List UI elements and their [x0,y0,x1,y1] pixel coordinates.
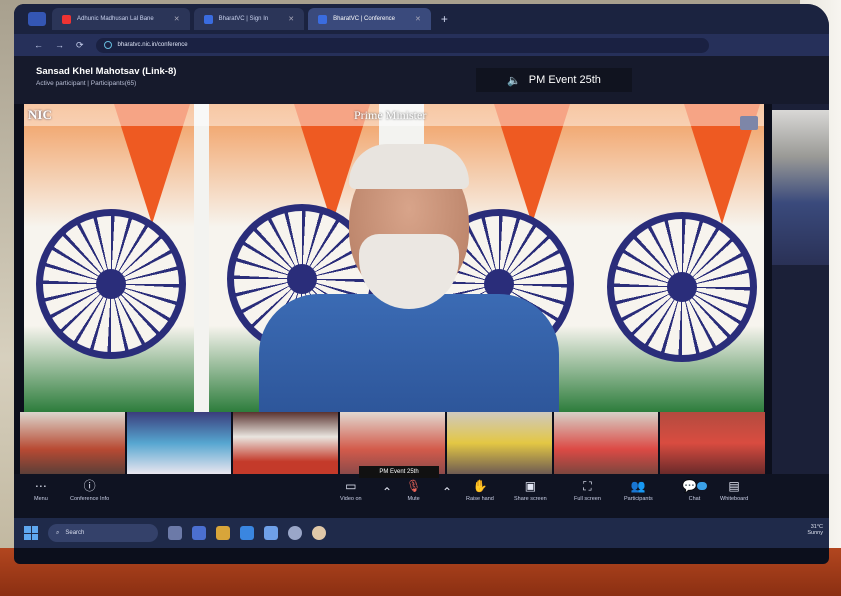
new-tab-button[interactable]: + [435,12,454,26]
task-view-icon[interactable] [168,526,182,540]
participants-label: Participants [624,496,653,502]
pin-video-button[interactable] [740,116,758,130]
windows-start-icon[interactable] [24,526,38,540]
video-button[interactable]: ▭ Video on [340,480,362,502]
weather-description: Sunny [807,530,823,536]
browser-tab-2[interactable]: BharatVC | Sign In ✕ [193,8,305,30]
browser-tab-3[interactable]: BharatVC | Conference ✕ [308,8,431,30]
chevron-up-icon: ⌃ [382,485,393,499]
participant-thumbnail[interactable] [233,412,339,474]
windows-taskbar: ⌕ Search 31°C Sunny [14,518,829,548]
chat-icon: 💬 [682,480,707,492]
browser-addressbar: ← → ⟳ bharatvc.nic.in/conference [14,34,829,56]
forward-icon[interactable]: → [55,40,64,50]
audio-options-button[interactable]: ⌃ [442,486,452,498]
menu-label: Menu [34,496,48,502]
conference-info-label: Conference Info [70,496,110,502]
nic-logo: NIC [28,107,52,122]
settings-icon[interactable] [288,526,302,540]
back-icon[interactable]: ← [34,40,43,50]
youtube-favicon-icon [62,14,71,24]
folder-icon[interactable] [216,526,230,540]
chat-unread-badge [696,482,707,490]
participants-icon: 👥 [630,479,646,493]
browser-tab-1[interactable]: Adhunic Madhusan Lal Bane ✕ [52,8,190,30]
participants-button[interactable]: 👥 Participants [624,480,653,502]
store-icon[interactable] [264,526,278,540]
meeting-title: Sansad Khel Mahotsav (Link-8) [36,66,177,77]
microphone-icon: 🎙 [406,479,422,493]
info-icon: ⓘ [83,479,96,493]
participant-thumbnail[interactable] [660,412,766,474]
raise-hand-button[interactable]: ✋ Raise hand [466,480,494,502]
active-thumbnail-label: PM Event 25th [359,466,439,478]
speaker-jacket [259,294,559,412]
close-tab-icon[interactable]: ✕ [415,15,421,23]
meeting-subtitle: Active participant | Participants(65) [36,80,137,87]
fullscreen-button[interactable]: ⛶ Full screen [574,480,601,502]
bharatvc-favicon-icon [318,14,328,24]
taskbar-search-input[interactable]: ⌕ Search [48,524,158,542]
raise-hand-label: Raise hand [466,496,494,502]
fullscreen-icon: ⛶ [583,479,592,493]
chakra-right [607,212,757,362]
share-screen-label: Share screen [514,496,547,502]
meeting-control-bar: ⋯ Menu ⓘ Conference Info ▭ Video on ⌃ 🎙 … [14,474,829,518]
bharatvc-favicon-icon [203,14,213,24]
mute-label: Mute [407,496,420,502]
browser-tab-label: BharatVC | Sign In [218,16,269,22]
chat-label: Chat [688,496,701,502]
url-text: bharatvc.nic.in/conference [117,42,188,48]
chat-button[interactable]: 💬 Chat [682,480,707,502]
search-icon: ⌕ [56,529,60,536]
chakra-left [36,209,186,359]
weather-widget[interactable]: 31°C Sunny [807,524,823,536]
video-caption: Prime Minister [354,108,427,122]
meeting-header: Sansad Khel Mahotsav (Link-8) Active par… [14,56,829,104]
participant-thumbnail[interactable] [553,412,659,474]
site-info-icon[interactable] [103,41,112,49]
main-video[interactable]: NIC Prime Minister [24,104,764,412]
close-tab-icon[interactable]: ✕ [174,15,180,23]
window-menu-icon[interactable] [28,12,46,26]
whiteboard-label: Whiteboard [720,496,749,502]
browser-tab-label: Adhunic Madhusan Lal Bane [77,16,154,22]
taskbar-search-placeholder: Search [65,530,85,536]
monitor-screen: Adhunic Madhusan Lal Bane ✕ BharatVC | S… [14,4,829,564]
raise-hand-icon: ✋ [472,479,488,493]
share-screen-button[interactable]: ▣ Share screen [514,480,547,502]
whiteboard-icon: ▤ [728,479,740,493]
close-tab-icon[interactable]: ✕ [288,15,294,23]
side-participant-panel [772,104,829,474]
participant-thumbnail[interactable] [340,412,445,474]
video-options-button[interactable]: ⌃ [382,486,392,498]
active-speaker-indicator: 🔈 PM Event 25th [476,68,632,92]
participant-thumbnail[interactable] [20,412,125,474]
conference-info-button[interactable]: ⓘ Conference Info [70,480,109,502]
speaker-hair [349,144,469,189]
browser-tabbar: Adhunic Madhusan Lal Bane ✕ BharatVC | S… [14,4,829,34]
whiteboard-button[interactable]: ▤ Whiteboard [720,480,748,502]
active-speaker-name: PM Event 25th [528,74,601,86]
speaker-video-feed [209,144,589,412]
url-input[interactable]: bharatvc.nic.in/conference [95,37,709,53]
chevron-up-icon: ⌃ [442,485,453,499]
participant-thumbnail[interactable] [126,412,232,474]
participant-thumbnail[interactable] [446,412,552,474]
side-participant-video[interactable] [772,110,829,265]
speaker-icon: 🔈 [507,74,521,87]
reload-icon[interactable]: ⟳ [76,40,84,51]
file-explorer-icon[interactable] [192,526,206,540]
more-icon: ⋯ [34,479,47,493]
mute-button[interactable]: 🎙 Mute [406,480,421,502]
chrome-browser-icon[interactable] [312,526,326,540]
edge-browser-icon[interactable] [240,526,254,540]
video-camera-icon: ▭ [345,479,357,493]
browser-tab-label: BharatVC | Conference [333,16,396,22]
participant-thumbnail-strip [20,412,766,474]
fullscreen-label: Full screen [574,496,601,502]
menu-button[interactable]: ⋯ Menu [34,480,48,502]
share-screen-icon: ▣ [524,479,537,493]
video-label: Video on [340,496,362,502]
